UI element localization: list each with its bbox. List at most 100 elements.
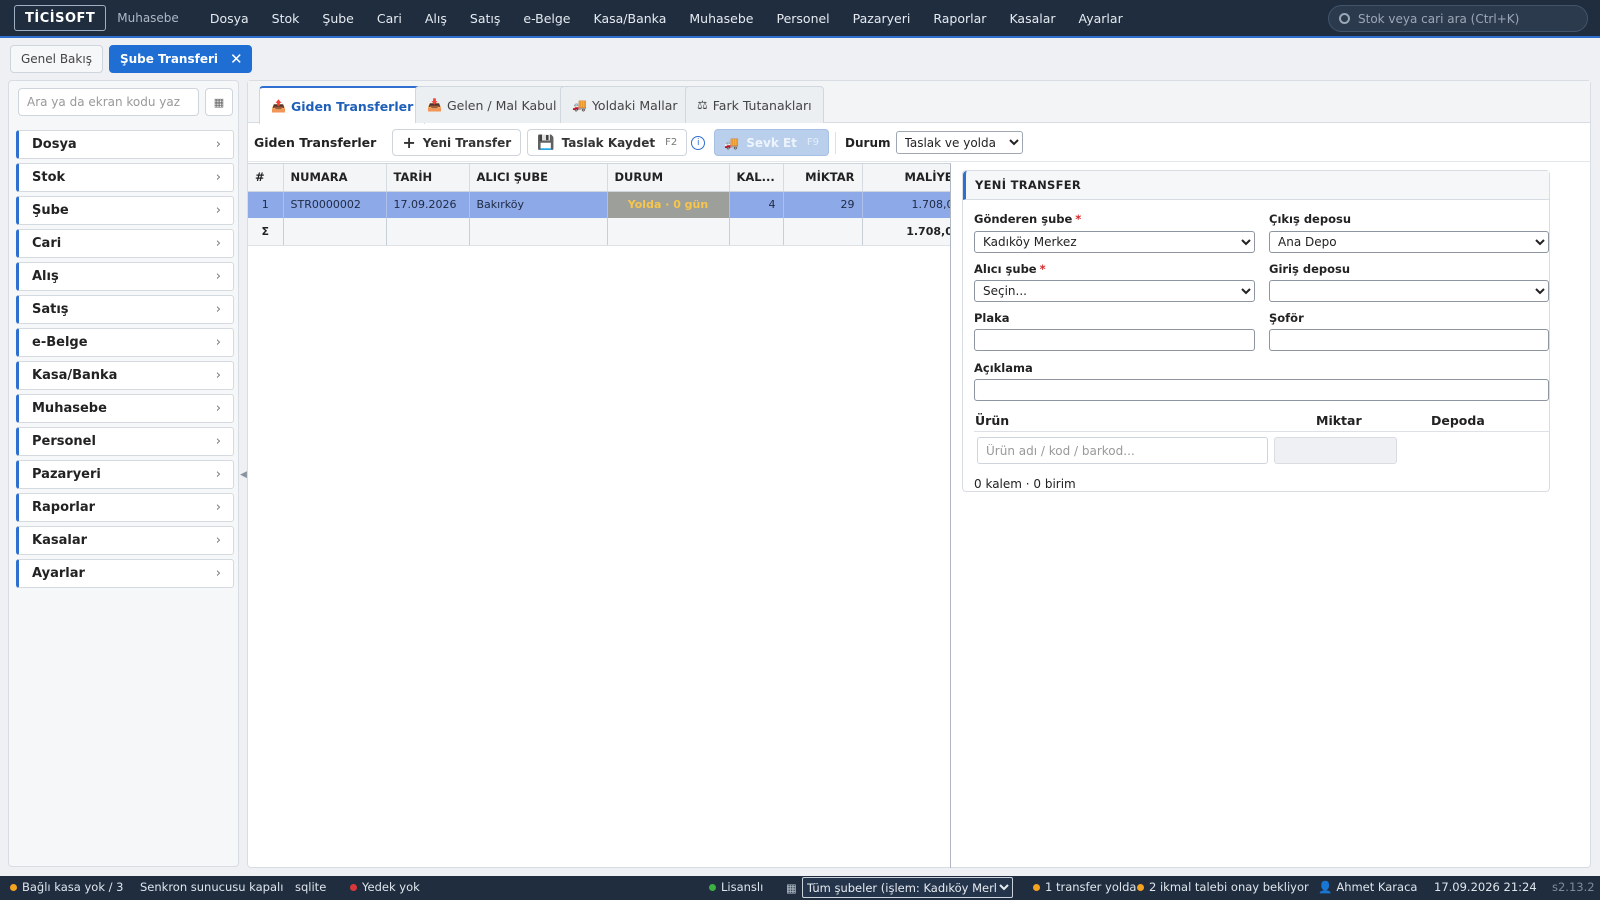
new-transfer-button[interactable]: + Yeni Transfer [392, 129, 522, 156]
cell-kalem: 4 [729, 191, 784, 218]
sum-maliyet: 1.708,00 [862, 218, 950, 246]
sender-branch-select[interactable]: Kadıköy Merkez [974, 231, 1255, 253]
sidebar-item-raporlar[interactable]: Raporlar › [16, 493, 234, 522]
item-summary: 0 kalem · 0 birim [974, 477, 1076, 491]
page-tab-genel-bakis[interactable]: Genel Bakış [10, 45, 103, 73]
cell-no: 1 [248, 191, 284, 218]
status-ikmal[interactable]: 2 ikmal talebi onay bekliyor [1137, 880, 1309, 894]
sidebar-item-alis[interactable]: Alış › [16, 262, 234, 291]
status-user[interactable]: 👤 Ahmet Karaca [1318, 880, 1417, 894]
form-title: YENİ TRANSFER [963, 171, 1549, 200]
save-draft-button[interactable]: 💾 Taslak Kaydet F2 [527, 129, 688, 156]
sidebar-item-label: Alış [32, 269, 59, 284]
menu-item-ayarlar[interactable]: Ayarlar [1079, 11, 1123, 26]
column-header-tarih[interactable]: TARİH [386, 164, 470, 192]
column-header-no[interactable]: # [248, 164, 284, 192]
menu-item-dosya[interactable]: Dosya [210, 11, 249, 26]
tab-label: Gelen / Mal Kabul [446, 97, 557, 113]
sidebar-item-sube[interactable]: Şube › [16, 196, 234, 225]
column-header-miktar[interactable]: MİKTAR [783, 164, 863, 192]
chevron-right-icon: › [215, 335, 221, 350]
sidebar-item-label: Ayarlar [32, 566, 85, 581]
table-header-row: # NUMARA TARİH ALICI ŞUBE DURUM KAL... M… [248, 164, 950, 192]
sidebar-item-ayarlar[interactable]: Ayarlar › [16, 559, 234, 588]
entry-warehouse-select[interactable] [1269, 280, 1549, 302]
menu-item-alis[interactable]: Alış [425, 11, 447, 26]
status-filter-select[interactable]: Taslak ve yolda [895, 131, 1023, 154]
sidebar-item-muhasebe[interactable]: Muhasebe › [16, 394, 234, 423]
sidebar-item-label: Kasa/Banka [32, 368, 118, 383]
branch-select[interactable]: Tüm şubeler (işlem: Kadıköy Merkez) [801, 877, 1013, 898]
sidebar-item-cari[interactable]: Cari › [16, 229, 234, 258]
plate-input[interactable] [974, 329, 1255, 351]
sidebar-item-e-belge[interactable]: e-Belge › [16, 328, 234, 357]
menu-item-e-belge[interactable]: e-Belge [523, 11, 570, 26]
tab-giden-transferler[interactable]: 📤 Giden Transferler [259, 86, 426, 124]
sidebar-item-kasa-banka[interactable]: Kasa/Banka › [16, 361, 234, 390]
menu-item-pazaryeri[interactable]: Pazaryeri [853, 11, 911, 26]
column-header-maliyet[interactable]: MALİYET [862, 164, 950, 192]
sidebar-search-input[interactable] [18, 88, 199, 116]
sum-cell-empty [469, 218, 608, 246]
exit-warehouse-select[interactable]: Ana Depo [1269, 231, 1549, 253]
ship-button[interactable]: 🚚 Sevk Et F9 [714, 129, 830, 156]
column-header-durum[interactable]: DURUM [607, 164, 730, 192]
chevron-right-icon: › [215, 533, 221, 548]
tab-fark-tutanaklari[interactable]: ⚖ Fark Tutanakları [685, 86, 824, 123]
exit-warehouse-label: Çıkış deposu [1269, 212, 1352, 226]
transfer-table: # NUMARA TARİH ALICI ŞUBE DURUM KAL... M… [248, 164, 950, 246]
info-icon[interactable]: i [691, 135, 706, 150]
sum-cell-empty [729, 218, 784, 246]
chevron-right-icon: › [215, 269, 221, 284]
sidebar-item-kasalar[interactable]: Kasalar › [16, 526, 234, 555]
sidebar-item-personel[interactable]: Personel › [16, 427, 234, 456]
status-senkron: Senkron sunucusu kapalı [140, 880, 284, 894]
close-icon[interactable]: ✕ [230, 50, 243, 68]
column-header-kalem[interactable]: KAL... [729, 164, 784, 192]
sidebar-item-satis[interactable]: Satış › [16, 295, 234, 324]
menu-item-kasa-banka[interactable]: Kasa/Banka [594, 11, 667, 26]
tab-gelen-mal-kabul[interactable]: 📥 Gelen / Mal Kabul [415, 86, 569, 123]
global-search[interactable] [1328, 5, 1588, 32]
menu-item-kasalar[interactable]: Kasalar [1009, 11, 1055, 26]
table-row[interactable]: 1 STR0000002 17.09.2026 Bakırköy Yolda ·… [248, 191, 950, 218]
chevron-right-icon: › [215, 566, 221, 581]
sidebar-item-stok[interactable]: Stok › [16, 163, 234, 192]
sidebar-item-label: Personel [32, 434, 96, 449]
global-search-input[interactable] [1358, 11, 1578, 26]
tab-yoldaki-mallar[interactable]: 🚚 Yoldaki Mallar [560, 86, 690, 123]
menu-item-sube[interactable]: Şube [322, 11, 353, 26]
app-logo[interactable]: TİCİSOFT [14, 5, 107, 31]
sidebar-item-label: Dosya [32, 137, 77, 152]
plus-icon: + [402, 133, 416, 152]
menu-item-personel[interactable]: Personel [776, 11, 829, 26]
collapse-sidebar-icon[interactable]: ◀ [240, 470, 247, 480]
status-version: s2.13.2 [1552, 880, 1595, 894]
quantity-input [1274, 437, 1397, 464]
menu-item-cari[interactable]: Cari [377, 11, 402, 26]
status-transfer[interactable]: 1 transfer yolda [1033, 880, 1136, 894]
driver-input[interactable] [1269, 329, 1549, 351]
chevron-right-icon: › [215, 434, 221, 449]
description-input[interactable] [974, 379, 1549, 401]
sidebar-item-dosya[interactable]: Dosya › [16, 130, 234, 159]
chevron-right-icon: › [215, 467, 221, 482]
cell-maliyet: 1.708,00 [862, 191, 950, 218]
sidebar-item-label: Pazaryeri [32, 467, 101, 482]
grid-icon[interactable]: ▦ [205, 88, 233, 116]
sidebar-item-pazaryeri[interactable]: Pazaryeri › [16, 460, 234, 489]
column-header-numara[interactable]: NUMARA [283, 164, 387, 192]
status-bar: Bağlı kasa yok / 3 Senkron sunucusu kapa… [0, 876, 1600, 900]
menu-item-raporlar[interactable]: Raporlar [933, 11, 986, 26]
menu-item-stok[interactable]: Stok [272, 11, 300, 26]
column-header-alici-sube[interactable]: ALICI ŞUBE [469, 164, 608, 192]
receiver-branch-select[interactable]: Seçin... [974, 280, 1255, 302]
page-tabs: Genel Bakış Şube Transferi ✕ [10, 45, 258, 73]
product-search-input[interactable] [977, 437, 1268, 464]
sidebar-list: Dosya › Stok › Şube › Cari › Alış › Satış › e-… [16, 130, 234, 592]
menu-item-satis[interactable]: Satış [470, 11, 500, 26]
sidebar-item-label: Raporlar [32, 500, 96, 515]
menu-item-muhasebe[interactable]: Muhasebe [689, 11, 753, 26]
page-tab-sube-transferi[interactable]: Şube Transferi ✕ [108, 45, 252, 73]
truck-icon: 🚚 [572, 98, 587, 112]
